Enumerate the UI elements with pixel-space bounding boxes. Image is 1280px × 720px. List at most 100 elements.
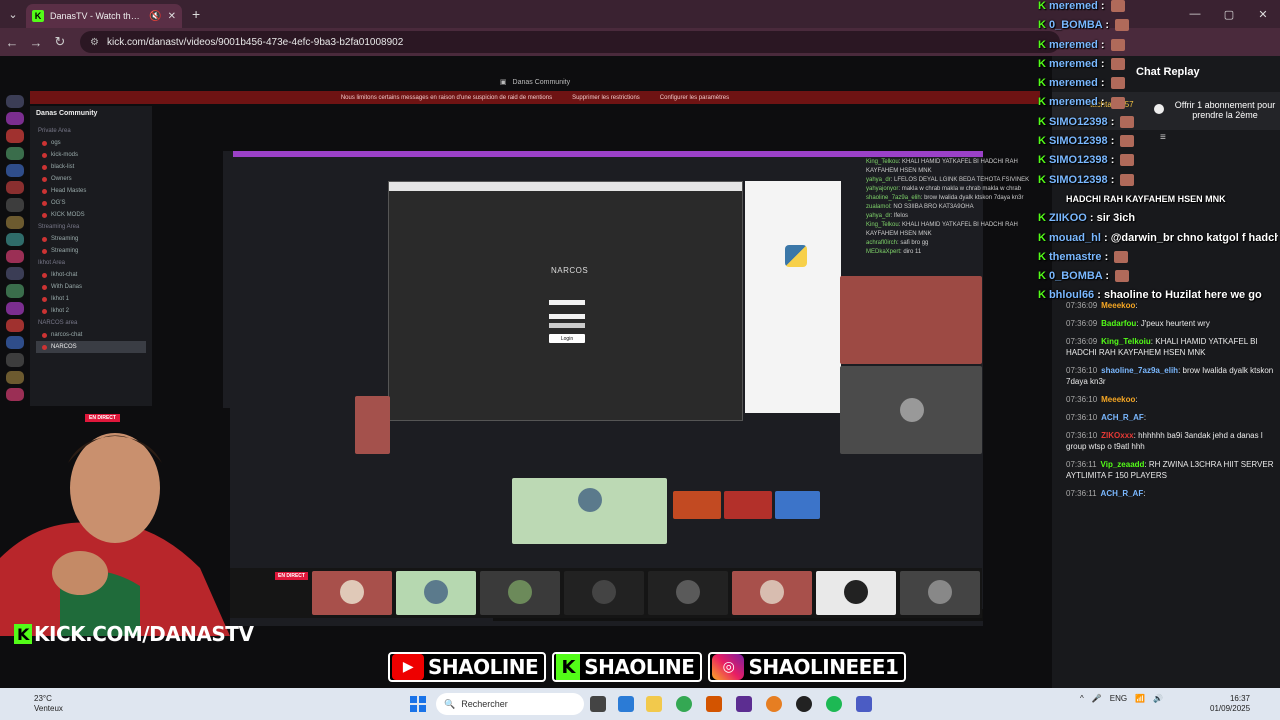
close-tab-icon[interactable]: ✕ xyxy=(168,11,176,22)
stream-video[interactable]: ▣ Danas Community Nous limitons certains… xyxy=(0,56,1052,688)
message-user[interactable]: ACH_R_AF xyxy=(1101,489,1144,498)
kick-badge-icon: K xyxy=(1038,0,1046,12)
overlay-chat-text: safi bro gg xyxy=(900,240,929,246)
site-info-icon[interactable]: ⚙ xyxy=(90,37,99,48)
overlay-big-line: Kmeremed : xyxy=(1038,55,1278,74)
overlay-chat-line: yahya_dr: lfelos xyxy=(866,212,1041,221)
teams-icon[interactable] xyxy=(856,696,872,712)
back-icon[interactable]: ← xyxy=(0,35,24,50)
chat-message: 07:36:10 shaoline_7az9a_elih: brow Iwalid… xyxy=(1066,365,1274,387)
app-icon[interactable] xyxy=(736,696,752,712)
server-icon xyxy=(6,267,24,281)
reload-icon[interactable]: ↻ xyxy=(48,34,72,50)
channel-status-icon xyxy=(42,236,47,242)
channel-item: OG'S xyxy=(36,197,146,209)
message-user[interactable]: King_Telkoiu xyxy=(1101,337,1151,346)
channel-label: Ikhot 2 xyxy=(51,308,70,314)
overlay-big-line: Kthemastre : xyxy=(1038,248,1278,267)
message-user[interactable]: Vip_zeaadd xyxy=(1101,460,1145,469)
channel-status-icon xyxy=(42,188,47,194)
separator: : xyxy=(1143,413,1147,422)
stream-overlay-chat: King_Telkou: KHALI HAMID YATKAFEL BI HAD… xyxy=(866,158,1041,257)
participant-thumb xyxy=(648,571,728,615)
start-icon[interactable] xyxy=(410,696,426,712)
overlay-chat-user: King_Telkou xyxy=(866,159,899,165)
thumb-tile xyxy=(724,491,772,519)
search-placeholder: Rechercher xyxy=(461,699,508,709)
mic-icon[interactable]: 🎤 xyxy=(1092,694,1102,703)
banner-action-settings: Configurer les paramètres xyxy=(659,94,730,101)
chrome-icon[interactable] xyxy=(676,696,692,712)
channel-status-icon xyxy=(42,344,47,350)
system-tray: ^ 🎤 ENG 📶 🔊 xyxy=(1080,694,1163,703)
task-view-icon[interactable] xyxy=(590,696,606,712)
kick-logo-icon: K xyxy=(14,624,32,644)
chat-messages: 07:36:09 Meeekoo: 07:36:09 Badarfou: J'peu… xyxy=(1066,300,1274,506)
app-icon[interactable] xyxy=(706,696,722,712)
message-user[interactable]: Meeekoo xyxy=(1101,395,1135,404)
channel-label: Owners xyxy=(51,176,72,182)
taskbar-clock[interactable]: 16:37 01/09/2025 xyxy=(1210,694,1250,714)
kick-url-text: KICK.COM/DANASTV xyxy=(34,622,254,646)
channel-label: ogs xyxy=(51,140,61,146)
channel-label: kick-mods xyxy=(51,152,79,158)
overlay-chat-text: LFELOS DEYAL LGINK BEDA TEHOTA FSIVINEK xyxy=(894,177,1030,183)
video-tile xyxy=(840,276,982,364)
volume-icon[interactable]: 🔊 xyxy=(1153,694,1163,703)
purple-strip xyxy=(233,151,983,157)
discord-server-rail xyxy=(2,91,28,401)
kick-badge-icon: K xyxy=(1038,96,1046,109)
channel-label: OG'S xyxy=(51,200,66,206)
browser-tab[interactable]: K DanasTV - Watch the VOD 🔇 ✕ xyxy=(26,4,182,28)
message-user[interactable]: ACH_R_AF xyxy=(1101,413,1144,422)
overlay-chat-user: yahyajonyor xyxy=(866,186,899,192)
new-tab-icon[interactable]: + xyxy=(192,6,200,22)
channel-label: NARCOS area xyxy=(38,320,78,326)
mute-icon[interactable]: 🔇 xyxy=(149,11,161,22)
explorer-icon[interactable] xyxy=(646,696,662,712)
live-badge: EN DIRECT xyxy=(85,414,120,422)
chat-message: 07:36:11 ACH_R_AF: xyxy=(1066,488,1274,499)
channel-label: Head Mastes xyxy=(51,188,87,194)
message-user[interactable]: Badarfou xyxy=(1101,319,1136,328)
forward-icon[interactable]: → xyxy=(24,35,48,50)
server-icon xyxy=(6,249,24,264)
channel-status-icon xyxy=(42,200,47,206)
spotify-icon[interactable] xyxy=(826,696,842,712)
social-handle-text: SHAOLINEEE1 xyxy=(748,655,899,679)
overlay-chat-line: MEDkaXpert: diro 11 xyxy=(866,248,1041,257)
server-icon xyxy=(6,284,24,298)
overlay-chat-line: yahya_dr: LFELOS DEYAL LGINK BEDA TEHOTA… xyxy=(866,176,1041,185)
channel-status-icon xyxy=(42,164,47,170)
server-icon xyxy=(6,232,24,246)
separator: : xyxy=(1097,57,1108,70)
overlay-big-text: sir 3ich xyxy=(1096,212,1136,225)
overlay-big-line: K ZIIKOO : sir 3ich xyxy=(1038,209,1278,228)
language-indicator[interactable]: ENG xyxy=(1110,694,1127,703)
kick-logo-icon: K xyxy=(556,654,581,680)
channel-label: Streaming xyxy=(51,236,79,242)
tray-chevron-icon[interactable]: ^ xyxy=(1080,694,1084,703)
chat-message: 07:36:10 ACH_R_AF: xyxy=(1066,412,1274,423)
address-bar[interactable]: ⚙ kick.com/danastv/videos/9001b456-473e-… xyxy=(80,31,1060,53)
message-user[interactable]: shaoline_7az9a_elih xyxy=(1101,366,1178,375)
participant-thumb xyxy=(900,571,980,615)
emote-icon xyxy=(1110,0,1125,13)
server-icon xyxy=(6,146,24,160)
kick-badge-icon: K xyxy=(1038,173,1046,186)
app-icon[interactable] xyxy=(796,696,812,712)
weather-widget[interactable]: 23°C Venteux xyxy=(34,694,63,714)
wifi-icon[interactable]: 📶 xyxy=(1135,694,1145,703)
overlay-chat-line: King_Telkou: KHALI HAMID YATKAFEL BI HAD… xyxy=(866,221,1041,239)
kick-badge-icon: K xyxy=(1038,212,1046,225)
tab-search-icon[interactable]: ⌄ xyxy=(0,0,26,28)
firefox-icon[interactable] xyxy=(766,696,782,712)
kick-badge-icon: K xyxy=(1038,135,1046,148)
message-user[interactable]: ZIKOxxx xyxy=(1101,431,1133,440)
taskbar-search[interactable]: 🔍 Rechercher xyxy=(436,693,584,715)
copilot-icon[interactable] xyxy=(618,696,634,712)
discord-channel-list: Danas Community Private Area ogs kick-mods… xyxy=(30,106,152,406)
message-time: 07:36:10 xyxy=(1066,413,1098,422)
separator: : xyxy=(1097,38,1108,51)
chat-message: 07:36:09 King_Telkoiu: KHALI HAMID YATKAF… xyxy=(1066,336,1274,358)
